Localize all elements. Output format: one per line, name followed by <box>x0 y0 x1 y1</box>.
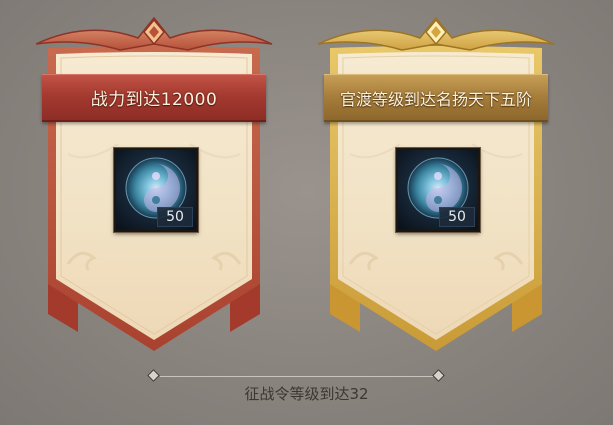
item-count-badge: 50 <box>439 207 475 227</box>
reward-title: 官渡等级到达名扬天下五阶 <box>339 89 532 109</box>
item-count-badge: 50 <box>157 207 193 227</box>
diamond-ornament-icon <box>147 369 160 382</box>
reward-item-slot[interactable]: 50 <box>114 148 198 232</box>
reward-card-combat-power[interactable]: 战力到达12000 50 <box>28 14 280 359</box>
reward-title: 战力到达12000 <box>90 90 218 110</box>
diamond-ornament-icon <box>432 369 445 382</box>
footer-divider <box>160 376 440 377</box>
footer-caption: 征战令等级到达32 <box>244 385 369 403</box>
reward-item-slot[interactable]: 50 <box>396 148 480 232</box>
reward-title-ribbon: 官渡等级到达名扬天下五阶 <box>324 74 548 122</box>
reward-title-ribbon: 战力到达12000 <box>42 74 266 122</box>
reward-card-guandu-rank[interactable]: 官渡等级到达名扬天下五阶 50 <box>310 14 562 359</box>
